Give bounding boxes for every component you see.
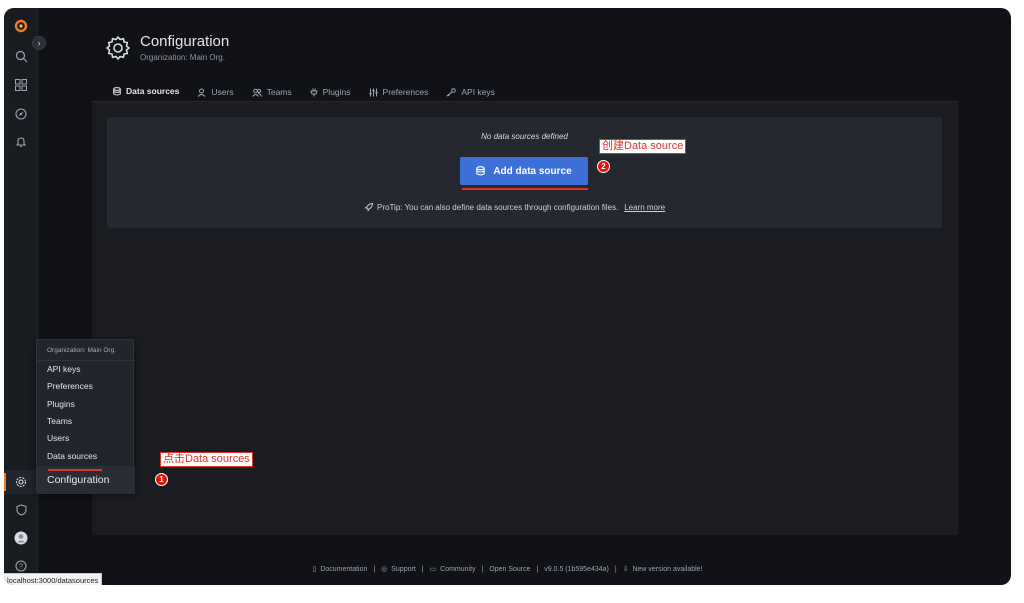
page-subtitle: Organization: Main Org. [140,53,225,62]
status-bar-url: localhost:3000/datasources [4,573,103,585]
footer-open-source-link[interactable]: Open Source [489,566,530,573]
page-footer: ▯ Documentation | ◎ Support | ▭ Community |… [4,565,1011,573]
dashboards-icon[interactable] [11,75,31,95]
tab-label: Data sources [126,86,180,96]
community-icon: ▭ [429,566,437,573]
footer-community-link[interactable]: Community [440,566,475,573]
learn-more-link[interactable]: Learn more [624,203,665,212]
tab-label: API keys [461,87,495,97]
menu-item-data-sources[interactable]: Data sources [47,451,97,461]
menu-item-teams[interactable]: Teams [47,416,72,426]
annotation-badge-1: 1 [155,473,168,486]
tab-label: Teams [266,87,292,97]
search-icon[interactable] [11,46,31,66]
annotation-underline-data-sources [48,469,102,471]
expand-sidebar-button[interactable]: › [32,36,46,50]
sliders-icon [368,88,378,96]
menu-item-api-keys[interactable]: API keys [47,364,81,374]
database-icon [476,166,486,176]
footer-separator: | [373,566,376,573]
plug-icon [309,88,318,96]
page-title: Configuration [140,33,230,50]
key-icon [446,87,457,97]
user-avatar-icon[interactable] [11,528,31,548]
footer-new-version-link[interactable]: New version available! [632,566,702,573]
shield-icon[interactable] [11,500,31,520]
footer-separator: | [536,566,539,573]
protip-text: ProTip: You can also define data sources… [377,203,619,212]
tab-label: Users [211,87,234,97]
add-data-source-label: Add data source [493,165,572,177]
menu-divider [37,360,135,361]
rocket-icon [364,203,373,212]
protip: ProTip: You can also define data sources… [364,203,665,212]
menu-item-preferences[interactable]: Preferences [47,381,93,391]
grafana-logo-icon[interactable] [11,16,31,36]
empty-message: No data sources defined [481,132,568,141]
side-menu: ? [4,8,38,585]
menu-item-users[interactable]: Users [47,433,69,443]
app-window: ? › Configuration Organization: Main Org… [4,8,1011,585]
footer-separator: | [421,566,424,573]
annotation-badge-2: 2 [597,160,610,173]
footer-support-link[interactable]: Support [391,566,416,573]
annotation-underline-button [462,188,588,190]
configuration-gear-icon [106,36,130,60]
add-data-source-button[interactable]: Add data source [460,157,588,185]
explore-icon[interactable] [11,104,31,124]
tab-label: Preferences [382,87,429,97]
alerting-bell-icon[interactable] [11,132,31,152]
download-icon: ⇩ [622,566,629,573]
annotation-click-label: 点击Data sources [160,452,253,467]
footer-version: v9.0.5 (1b595e434a) [544,566,609,573]
database-icon [113,86,121,95]
support-icon: ◎ [381,566,388,573]
footer-separator: | [481,566,484,573]
document-icon: ▯ [312,566,317,573]
users-icon [251,88,262,97]
footer-separator: | [614,566,617,573]
tab-label: Plugins [322,87,351,97]
menu-configuration-title: Configuration [47,474,110,486]
gear-icon[interactable] [11,472,31,492]
menu-item-plugins[interactable]: Plugins [47,399,75,409]
active-indicator [4,473,6,491]
annotation-create-label: 创建Data source [599,139,687,154]
footer-documentation-link[interactable]: Documentation [320,566,367,573]
menu-org-header: Organization: Main Org. [47,347,117,354]
user-icon [198,88,206,97]
